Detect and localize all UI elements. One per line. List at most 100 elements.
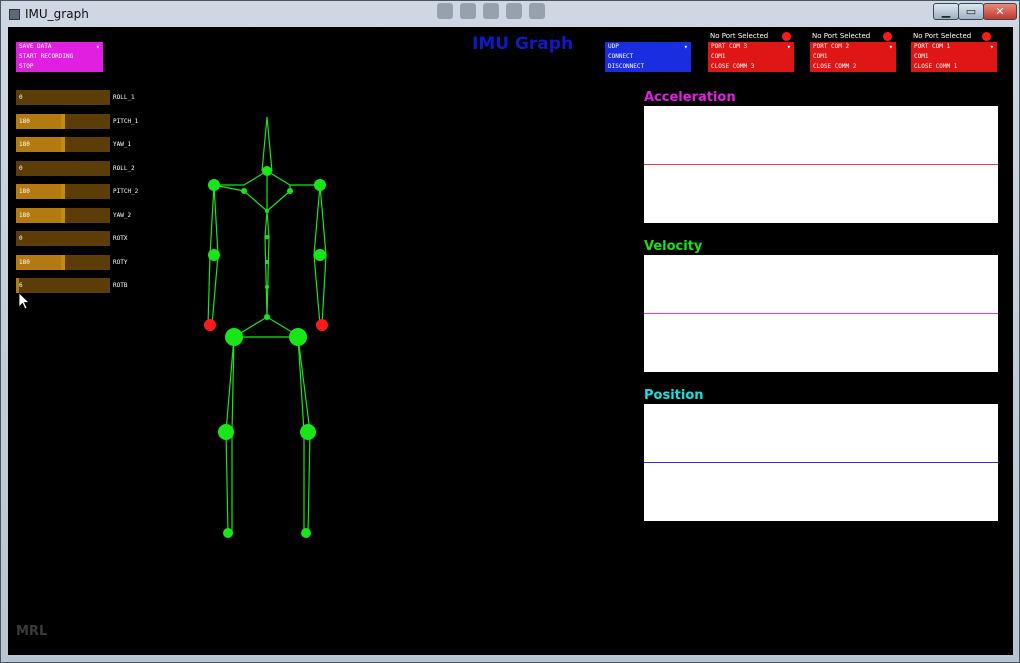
skeleton-joint — [225, 328, 243, 346]
skeleton-bone — [266, 116, 273, 172]
port-status-indicator-icon — [982, 32, 991, 41]
minimize-button[interactable]: ▁ — [933, 3, 959, 20]
acceleration-graph — [644, 106, 998, 223]
skeleton-bone — [266, 210, 270, 238]
skeleton-bone — [266, 190, 291, 212]
maximize-button[interactable]: ▭ — [958, 3, 984, 20]
slider-label: YAW_2 — [113, 211, 132, 219]
port-status-text: No Port Selected — [913, 32, 972, 40]
skeleton-bone — [243, 190, 268, 212]
slider-rotx[interactable]: 0 — [16, 231, 110, 246]
skeleton-joint — [218, 424, 234, 440]
port-status-indicator-icon — [782, 32, 791, 41]
slider-label: PITCH_1 — [113, 117, 139, 125]
slider-label: ROLL_2 — [113, 164, 135, 172]
slider-value: 0 — [19, 164, 23, 172]
main-canvas: SAVE DATA START RECORDING STOP IMU Graph… — [8, 27, 1013, 655]
hand-joint — [316, 319, 328, 331]
slider-value: 180 — [19, 117, 30, 125]
skeleton-joint — [287, 188, 293, 194]
skeleton-bone — [313, 254, 321, 326]
position-line — [644, 462, 998, 463]
skeleton-joint — [265, 209, 269, 213]
port-com2-dropdown[interactable]: PORT COM 2 — [810, 42, 896, 52]
stop-button[interactable]: STOP — [16, 62, 103, 72]
slider-label: YAW_1 — [113, 141, 132, 148]
slider-value: 180 — [19, 141, 30, 148]
skeleton-joint — [208, 179, 220, 191]
save-data-dropdown[interactable]: SAVE DATA — [16, 42, 103, 52]
slider-label: ROTY — [113, 258, 128, 266]
slider-handle[interactable] — [61, 254, 65, 270]
slider-rotb[interactable]: 6 — [16, 278, 110, 293]
title-bar[interactable]: IMU_graph ▁ ▭ ✕ — [1, 1, 1019, 27]
skeleton-joint — [223, 528, 233, 538]
velocity-title: Velocity — [644, 239, 703, 254]
skeleton-joint — [314, 179, 326, 191]
skeleton-bone — [266, 236, 270, 318]
skeleton-bone — [209, 184, 215, 256]
slider-value: 180 — [19, 258, 30, 266]
slider-value: 0 — [19, 94, 23, 101]
protocol-dropdown[interactable]: UDP — [605, 42, 691, 52]
skeleton-bone — [313, 184, 321, 256]
slider-yaw-2[interactable]: 180 — [16, 207, 110, 223]
slider-roll-2[interactable]: 0 — [16, 160, 110, 176]
skeleton-bone — [321, 254, 327, 326]
skeleton-joint — [265, 235, 269, 239]
port-com3-dropdown[interactable]: PORT COM 3 — [708, 42, 794, 52]
hand-joint — [204, 319, 216, 331]
port-status-text: No Port Selected — [812, 32, 871, 40]
slider-handle[interactable] — [61, 184, 65, 199]
slider-handle[interactable] — [61, 137, 65, 152]
connect-button[interactable]: CONNECT — [605, 52, 691, 62]
position-graph — [644, 404, 998, 521]
skeleton-joint — [265, 260, 269, 264]
slider-pitch-1[interactable]: 180 — [16, 113, 110, 129]
mouse-cursor-icon — [19, 293, 31, 310]
com-select-3[interactable]: COM1 — [911, 52, 997, 62]
slider-value: 0 — [19, 235, 23, 242]
skeleton-bone — [225, 431, 229, 534]
port-status-indicator-icon — [883, 32, 892, 41]
close-button[interactable]: ✕ — [983, 3, 1017, 20]
port-com1-dropdown[interactable]: PORT COM 1 — [911, 42, 997, 52]
slider-roll-1[interactable]: 0 — [16, 90, 110, 105]
slider-label: ROLL_1 — [113, 94, 135, 101]
footer-logo-text: MRL — [16, 624, 48, 639]
slider-yaw-1[interactable]: 180 — [16, 137, 110, 152]
skeleton-bone — [261, 116, 268, 172]
skeleton-joint — [300, 424, 316, 440]
skeleton-joint — [262, 166, 272, 176]
slider-pitch-2[interactable]: 180 — [16, 184, 110, 199]
slider-label: PITCH_2 — [113, 188, 139, 195]
skeleton-joint — [264, 314, 270, 320]
com-select-2[interactable]: COM1 — [810, 52, 896, 62]
skeleton-bone — [213, 184, 219, 256]
slider-handle[interactable] — [61, 113, 65, 129]
slider-label: ROTB — [113, 282, 128, 289]
velocity-line — [644, 313, 998, 314]
close-comm2-button[interactable]: CLOSE COMM 2 — [810, 62, 896, 72]
skeleton-bone — [211, 254, 219, 326]
app-window: IMU_graph ▁ ▭ ✕ SAVE DATA START RECORDIN… — [0, 0, 1020, 663]
disconnect-button[interactable]: DISCONNECT — [605, 62, 691, 72]
skeleton-bone — [307, 431, 311, 534]
slider-value: 6 — [19, 282, 23, 289]
com-select-1[interactable]: COM1 — [708, 52, 794, 62]
slider-value: 180 — [19, 188, 30, 195]
skeleton-joint — [208, 249, 220, 261]
skeleton-joint — [265, 285, 269, 289]
slider-handle[interactable] — [61, 207, 65, 223]
skeleton-joint — [314, 249, 326, 261]
skeleton-joint — [241, 188, 247, 194]
background-taskbar-icons — [437, 3, 587, 23]
skeleton-figure — [204, 116, 328, 538]
window-title: IMU_graph — [25, 7, 89, 21]
slider-roty[interactable]: 180 — [16, 254, 110, 270]
port-status-text: No Port Selected — [710, 32, 769, 40]
close-comm3-button[interactable]: CLOSE COMM 3 — [708, 62, 794, 72]
skeleton-joint — [301, 528, 311, 538]
start-recording-button[interactable]: START RECORDING — [16, 52, 103, 62]
close-comm1-button[interactable]: CLOSE COMM 1 — [911, 62, 997, 72]
